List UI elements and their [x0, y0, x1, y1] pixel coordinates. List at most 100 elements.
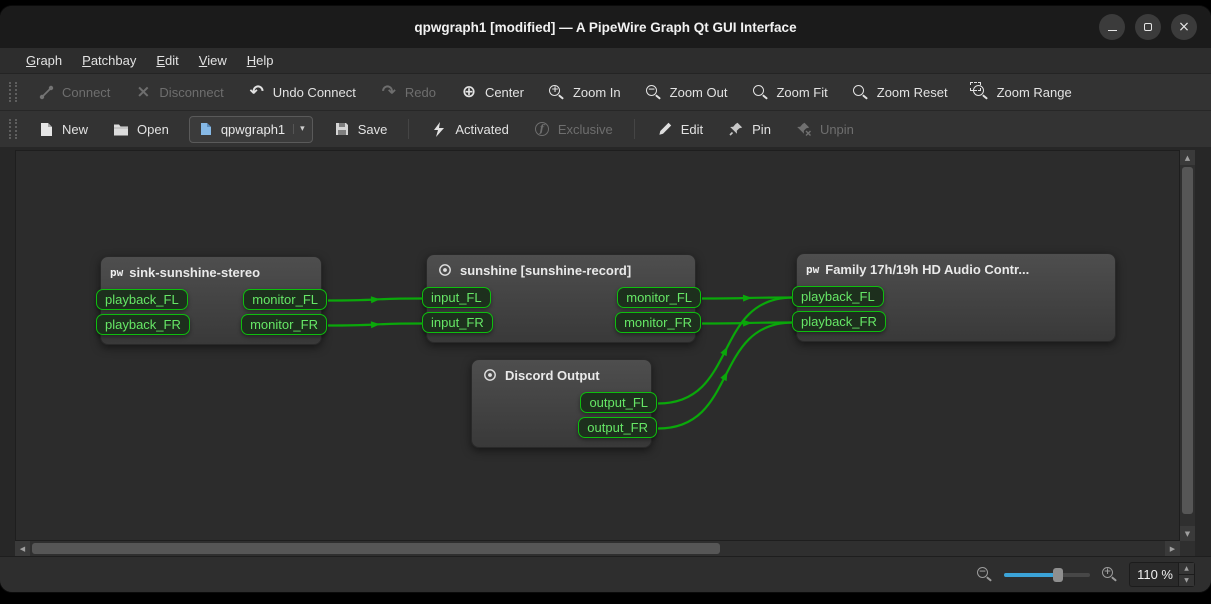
zoom-spinbox[interactable]: 110 % ▲ ▼	[1129, 562, 1195, 587]
plus-sign: +	[1104, 568, 1112, 577]
exclusive-button[interactable]: f Exclusive	[521, 115, 625, 143]
connections-layer	[16, 151, 1179, 540]
menu-help[interactable]: Help	[237, 50, 284, 71]
port-playback-fl[interactable]: playback_FL	[96, 289, 188, 310]
save-icon	[333, 120, 351, 138]
unpin-icon	[795, 120, 813, 138]
zoom-spin-down-button[interactable]: ▼	[1179, 574, 1194, 586]
minimize-button[interactable]	[1099, 14, 1125, 40]
close-icon: ×	[1178, 20, 1190, 34]
horizontal-scrollbar[interactable]: ◀ ▶	[15, 541, 1180, 556]
node-sunshine[interactable]: sunshine [sunshine-record] input_FL moni…	[426, 254, 696, 343]
open-label: Open	[137, 122, 169, 137]
port-input-fl[interactable]: input_FL	[422, 287, 491, 308]
vertical-scroll-track[interactable]	[1180, 165, 1195, 526]
toolbar-drag-handle-2[interactable]	[9, 119, 17, 139]
scroll-down-button[interactable]: ▼	[1180, 526, 1195, 541]
menu-patchbay[interactable]: Patchbay	[72, 50, 146, 71]
maximize-icon	[1144, 23, 1152, 31]
port-monitor-fr[interactable]: monitor_FR	[241, 314, 327, 335]
zoom-out-button[interactable]: − Zoom Out	[633, 78, 740, 106]
redo-label: Redo	[405, 85, 436, 100]
undo-connect-label: Undo Connect	[273, 85, 356, 100]
slider-track	[1004, 573, 1090, 577]
center-label: Center	[485, 85, 524, 100]
spin-up-icon: ▲	[1184, 565, 1189, 572]
zoom-slider[interactable]	[1004, 567, 1090, 583]
port-output-fl[interactable]: output_FL	[580, 392, 657, 413]
horizontal-scroll-track[interactable]	[30, 541, 1165, 556]
chevron-down-icon: ▾	[293, 124, 305, 134]
patchbay-combobox[interactable]: qpwgraph1 ▾	[189, 116, 313, 143]
node-family-hd-audio[interactable]: pw Family 17h/19h HD Audio Contr... play…	[796, 253, 1116, 342]
edit-label: Edit	[681, 122, 703, 137]
edit-pencil-icon	[656, 120, 674, 138]
toolbar-graph: Connect × Disconnect ↶ Undo Connect ↷ Re…	[0, 74, 1211, 111]
slider-fill	[1004, 573, 1058, 577]
disconnect-button[interactable]: × Disconnect	[122, 78, 235, 106]
port-input-fr[interactable]: input_FR	[422, 312, 493, 333]
port-output-fr[interactable]: output_FR	[578, 417, 657, 438]
zoom-reset-icon	[852, 83, 870, 101]
vertical-scrollbar[interactable]: ▲ ▼	[1180, 150, 1195, 541]
activated-button[interactable]: Activated	[418, 115, 520, 143]
exclusive-icon: f	[533, 120, 551, 138]
scroll-up-icon: ▲	[1185, 154, 1190, 162]
port-playback-fr[interactable]: playback_FR	[792, 311, 886, 332]
node-title-text: Family 17h/19h HD Audio Contr...	[825, 262, 1029, 277]
port-monitor-fr[interactable]: monitor_FR	[615, 312, 701, 333]
minimize-icon	[1108, 30, 1117, 32]
zoom-in-button[interactable]: + Zoom In	[536, 78, 633, 106]
undo-connect-button[interactable]: ↶ Undo Connect	[236, 78, 368, 106]
scroll-up-button[interactable]: ▲	[1180, 150, 1195, 165]
pin-button[interactable]: Pin	[715, 115, 783, 143]
port-playback-fr[interactable]: playback_FR	[96, 314, 190, 335]
titlebar[interactable]: qpwgraph1 [modified] — A PipeWire Graph …	[0, 6, 1211, 48]
toolbar-drag-handle[interactable]	[9, 82, 17, 102]
zoom-spin-up-button[interactable]: ▲	[1179, 563, 1194, 574]
zoom-reset-button[interactable]: Zoom Reset	[840, 78, 960, 106]
unpin-button[interactable]: Unpin	[783, 115, 866, 143]
scroll-right-button[interactable]: ▶	[1165, 541, 1180, 556]
open-button[interactable]: Open	[100, 115, 181, 143]
connect-button[interactable]: Connect	[25, 78, 122, 106]
save-button[interactable]: Save	[321, 115, 400, 143]
port-monitor-fl[interactable]: monitor_FL	[617, 287, 701, 308]
graph-canvas[interactable]: pw sink-sunshine-stereo playback_FL moni…	[15, 150, 1180, 541]
close-button[interactable]: ×	[1171, 14, 1197, 40]
node-sink-sunshine-stereo[interactable]: pw sink-sunshine-stereo playback_FL moni…	[100, 256, 322, 345]
new-button[interactable]: New	[25, 115, 100, 143]
redo-button[interactable]: ↷ Redo	[368, 78, 448, 106]
connect-icon	[37, 83, 55, 101]
port-playback-fl[interactable]: playback_FL	[792, 286, 884, 307]
window-title: qpwgraph1 [modified] — A PipeWire Graph …	[414, 20, 796, 35]
zoom-in-icon[interactable]: +	[1102, 567, 1117, 582]
menu-graph[interactable]: Graph	[16, 50, 72, 71]
zoom-out-icon[interactable]: −	[977, 567, 992, 582]
exclusive-label: Exclusive	[558, 122, 613, 137]
center-button[interactable]: ⊕ Center	[448, 78, 536, 106]
ports: output_FL output_FR	[472, 390, 651, 447]
node-discord-output[interactable]: Discord Output output_FL output_FR	[471, 359, 652, 448]
activated-label: Activated	[455, 122, 508, 137]
slider-handle[interactable]	[1053, 568, 1063, 582]
horizontal-scroll-thumb[interactable]	[32, 543, 720, 554]
zoom-in-label: Zoom In	[573, 85, 621, 100]
node-title-text: Discord Output	[505, 368, 600, 383]
menu-edit[interactable]: Edit	[146, 50, 188, 71]
maximize-button[interactable]	[1135, 14, 1161, 40]
vertical-scroll-thumb[interactable]	[1182, 167, 1193, 514]
scroll-left-icon: ◀	[20, 545, 25, 553]
zoom-fit-button[interactable]: Zoom Fit	[739, 78, 839, 106]
node-header: pw sink-sunshine-stereo	[101, 257, 321, 287]
node-header: Discord Output	[472, 360, 651, 390]
edit-button[interactable]: Edit	[644, 115, 715, 143]
menu-view[interactable]: View	[189, 50, 237, 71]
port-monitor-fl[interactable]: monitor_FL	[243, 289, 327, 310]
ports: playback_FL monitor_FL playback_FR monit…	[101, 287, 321, 344]
scroll-left-button[interactable]: ◀	[15, 541, 30, 556]
zoom-range-button[interactable]: Zoom Range	[960, 78, 1084, 106]
zoom-fit-icon	[751, 83, 769, 101]
statusbar: − + 110 % ▲ ▼	[0, 556, 1211, 592]
zoom-out-icon: −	[645, 83, 663, 101]
